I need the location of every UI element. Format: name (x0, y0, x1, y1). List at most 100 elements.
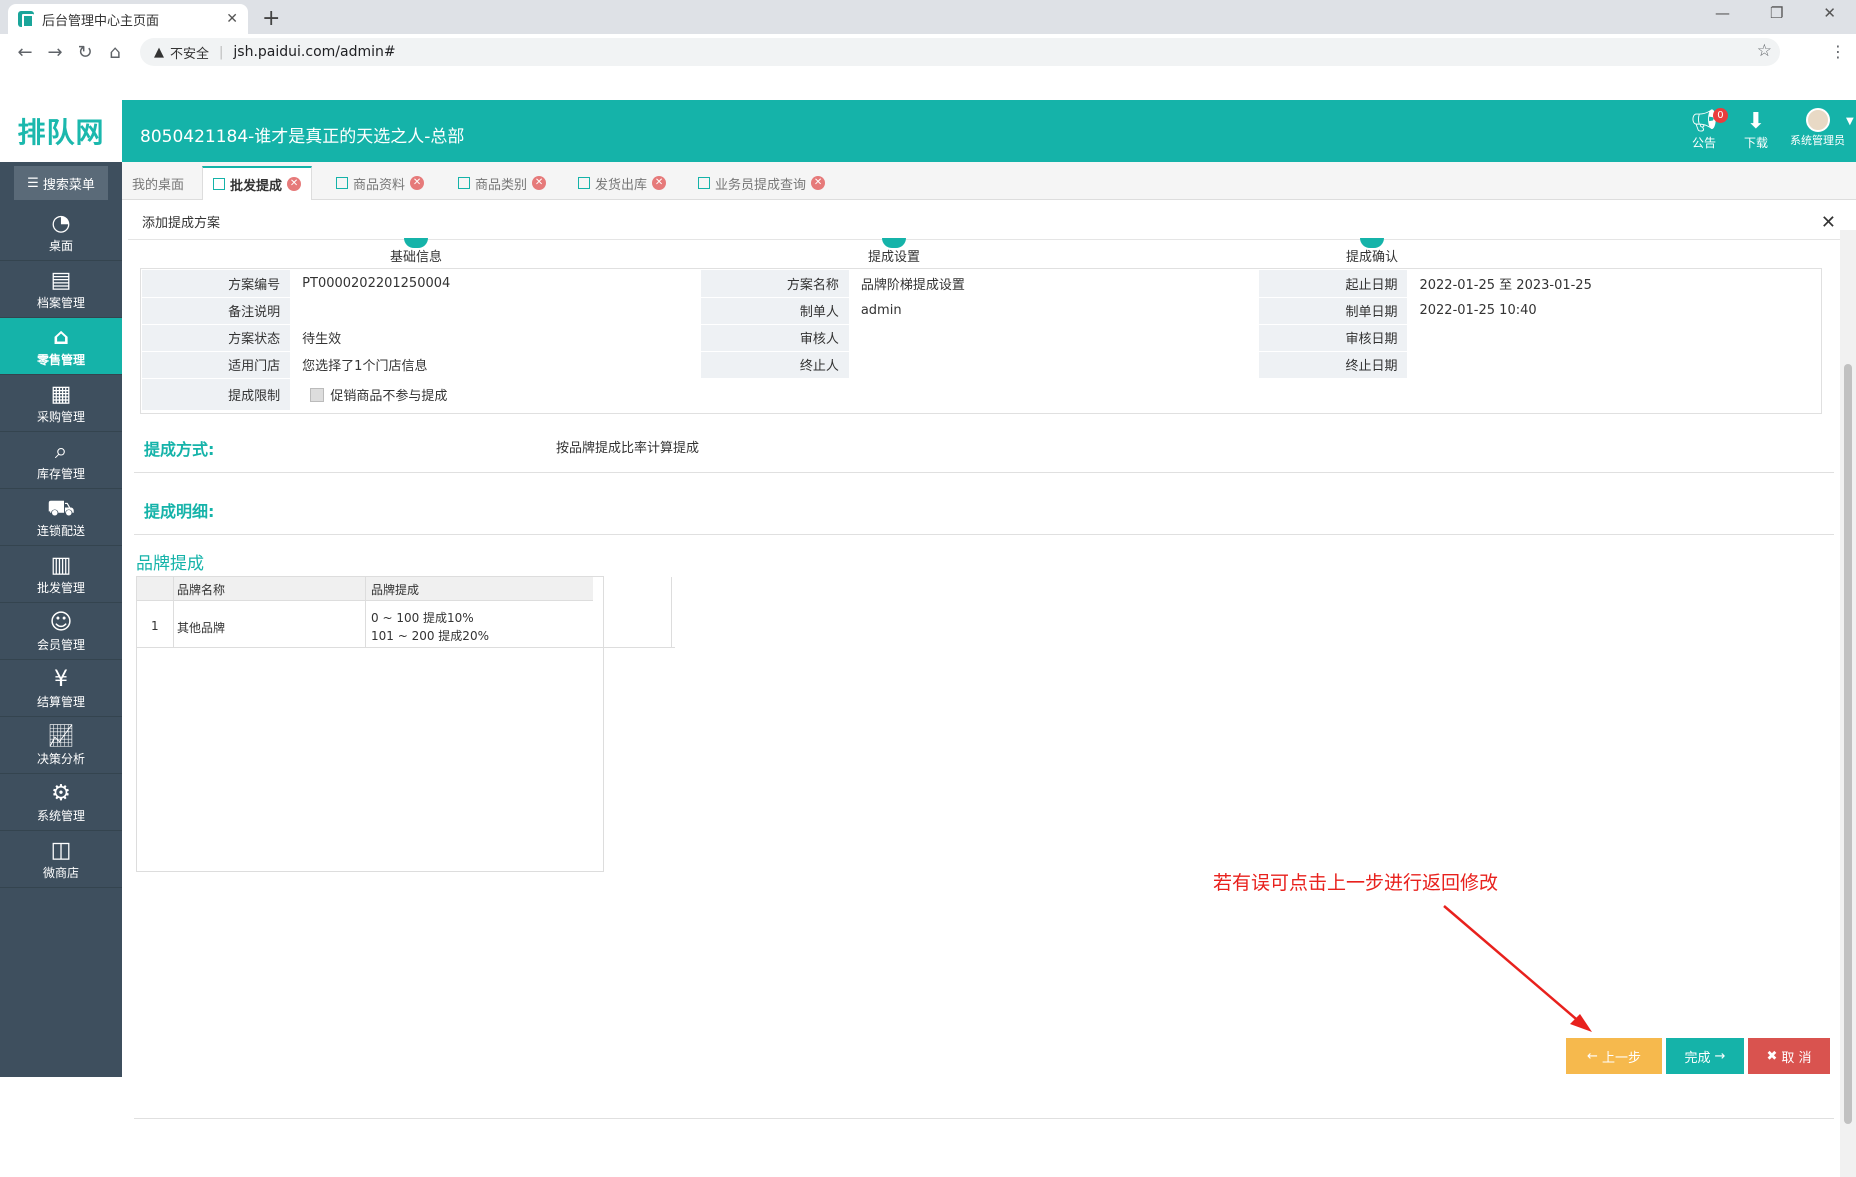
close-icon[interactable]: ✕ (652, 176, 667, 190)
sidebar-item-label: 桌面 (48, 238, 73, 253)
modal-header: 添加提成方案 ✕ (128, 204, 1846, 240)
close-icon[interactable]: ✕ (410, 176, 425, 190)
brand-commission-title: 品牌提成 (136, 554, 204, 574)
inventory-icon: ⌕ (54, 438, 68, 464)
arrow-left-icon: ← (1587, 1048, 1598, 1064)
step-basic: 基础信息 (336, 238, 496, 265)
tab-my-desktop[interactable]: 我的桌面 (122, 166, 194, 200)
field-label: 制单日期 (1259, 297, 1408, 325)
field-label: 制单人 (700, 297, 849, 325)
tab-wholesale-commission[interactable]: 批发提成 ✕ (202, 166, 313, 200)
close-tab-icon[interactable]: ✕ (226, 11, 238, 27)
browser-tab-strip: 后台管理中心主页面 ✕ + — ❐ ✕ (0, 0, 1856, 34)
method-title: 提成方式: (144, 440, 215, 459)
download-button[interactable]: ⬇ 下载 (1744, 110, 1768, 151)
promo-exclude-label: 促销商品不参与提成 (330, 388, 448, 404)
browser-toolbar: ← → ↻ ⌂ ▲ 不安全 | jsh.paidui.com/admin# ☆ … (0, 34, 1856, 70)
field-label: 方案编号 (142, 270, 291, 298)
divider (134, 534, 1834, 535)
sidebar-item-settlement[interactable]: ¥ 结算管理 (0, 660, 122, 717)
prev-step-button[interactable]: ← 上一步 (1566, 1038, 1662, 1074)
sidebar-item-desktop[interactable]: ◔ 桌面 (0, 204, 122, 261)
sidebar-item-analysis[interactable]: 📈︎ 决策分析 (0, 717, 122, 774)
back-icon[interactable]: ← (10, 42, 40, 63)
sidebar-item-label: 系统管理 (36, 808, 85, 823)
tier-1-cell: 0 ~ 100 提成10% (371, 611, 474, 625)
sidebar-item-inventory[interactable]: ⌕ 库存管理 (0, 432, 122, 489)
forward-icon[interactable]: → (40, 42, 70, 63)
caret-down-icon[interactable]: ▼ (1846, 116, 1854, 127)
notice-badge: 0 (1712, 108, 1728, 123)
sidebar-item-archive[interactable]: ▤ 档案管理 (0, 261, 122, 318)
plan-info-table: 方案编号 PT0000202201250004 方案名称 品牌阶梯提成设置 起止… (142, 270, 1820, 411)
modal-scrollbar[interactable] (1840, 230, 1856, 1177)
sidebar-item-member[interactable]: ☺ 会员管理 (0, 603, 122, 660)
tab-shipping[interactable]: 发货出库 ✕ (568, 166, 676, 200)
browser-menu-icon[interactable]: ⋮ (1830, 42, 1846, 61)
notice-label: 公告 (1691, 136, 1716, 150)
sidebar-item-label: 结算管理 (36, 694, 85, 709)
remark-value (290, 297, 701, 325)
window-controls: — ❐ ✕ (1715, 4, 1836, 22)
search-menu-button[interactable]: ☰ 搜索菜单 (14, 166, 108, 200)
purchase-icon: ▦ (50, 381, 72, 407)
reload-icon[interactable]: ↻ (70, 42, 100, 63)
auditor-value (848, 324, 1260, 352)
home-icon[interactable]: ⌂ (100, 42, 130, 63)
close-window-icon[interactable]: ✕ (1823, 4, 1836, 22)
restore-icon[interactable]: ❐ (1770, 4, 1783, 22)
date-range-value: 2022-01-25 至 2023-01-25 (1407, 270, 1820, 298)
divider (134, 1118, 1834, 1119)
sidebar-item-label: 零售管理 (36, 352, 85, 367)
step-settings: 提成设置 (814, 238, 974, 265)
browser-tab[interactable]: 后台管理中心主页面 ✕ (8, 4, 248, 34)
field-label: 提成限制 (142, 378, 291, 411)
minimize-icon[interactable]: — (1715, 4, 1730, 22)
user-menu[interactable]: 系统管理员 (1790, 108, 1845, 148)
download-icon: ⬇ (1746, 109, 1766, 134)
x-icon: ✖ (1766, 1048, 1778, 1064)
tab-product-info[interactable]: 商品资料 ✕ (326, 166, 434, 200)
scrollbar-thumb[interactable] (1844, 364, 1852, 1124)
grid-line (365, 577, 366, 647)
close-icon[interactable]: ✕ (1821, 212, 1836, 233)
logo-text: 排队网 (17, 116, 105, 149)
commission-plan-modal: 添加提成方案 ✕ 基础信息 提成设置 提成确认 方案编号 PT000020220… (128, 204, 1846, 1119)
dashboard-icon: ◔ (51, 210, 71, 236)
step-dot (882, 238, 906, 248)
address-bar[interactable]: ▲ 不安全 | jsh.paidui.com/admin# ☆ (140, 38, 1780, 66)
sidebar-item-purchase[interactable]: ▦ 采购管理 (0, 375, 122, 432)
notice-button[interactable]: 📢︎ 0 公告 (1690, 108, 1728, 151)
close-icon[interactable]: ✕ (532, 176, 547, 190)
sidebar-item-microshop[interactable]: ◫ 微商店 (0, 831, 122, 888)
document-icon (336, 177, 348, 189)
tab-label: 商品资料 (353, 177, 406, 193)
new-tab-button[interactable]: + (262, 6, 280, 31)
sidebar-item-retail[interactable]: ⌂ 零售管理 (0, 318, 122, 375)
app-header: 8050421184-谁才是真正的天选之人-总部 📢︎ 0 公告 ⬇ 下载 系统… (122, 100, 1856, 162)
sidebar-item-label: 会员管理 (36, 637, 85, 652)
audit-date-value (1407, 324, 1820, 352)
grid-header-commission: 品牌提成 (371, 583, 420, 597)
brand-name-cell: 其他品牌 (177, 621, 226, 635)
annotation-text: 若有误可点击上一步进行返回修改 (1213, 872, 1499, 894)
grid-line (671, 577, 672, 647)
step-confirm: 提成确认 (1292, 238, 1452, 265)
finish-button[interactable]: 完成 → (1666, 1038, 1744, 1074)
field-label: 方案状态 (142, 324, 291, 352)
archive-icon: ▤ (50, 267, 72, 293)
close-icon[interactable]: ✕ (811, 176, 826, 190)
tab-salesman-commission[interactable]: 业务员提成查询 ✕ (688, 166, 835, 200)
sidebar-item-chain[interactable]: ⛟ 连锁配送 (0, 489, 122, 546)
plan-name-value: 品牌阶梯提成设置 (848, 270, 1260, 298)
promo-exclude-checkbox[interactable] (310, 387, 325, 402)
tab-product-category[interactable]: 商品类别 ✕ (448, 166, 556, 200)
tab-label: 批发提成 (230, 178, 283, 194)
sidebar-item-wholesale[interactable]: ▥ 批发管理 (0, 546, 122, 603)
sidebar-item-system[interactable]: ⚙ 系统管理 (0, 774, 122, 831)
close-icon[interactable]: ✕ (287, 177, 302, 191)
tab-label: 商品类别 (475, 177, 528, 193)
cancel-button[interactable]: ✖ 取 消 (1748, 1038, 1830, 1074)
bookmark-star-icon[interactable]: ☆ (1757, 41, 1772, 61)
creator-value: admin (848, 297, 1260, 325)
